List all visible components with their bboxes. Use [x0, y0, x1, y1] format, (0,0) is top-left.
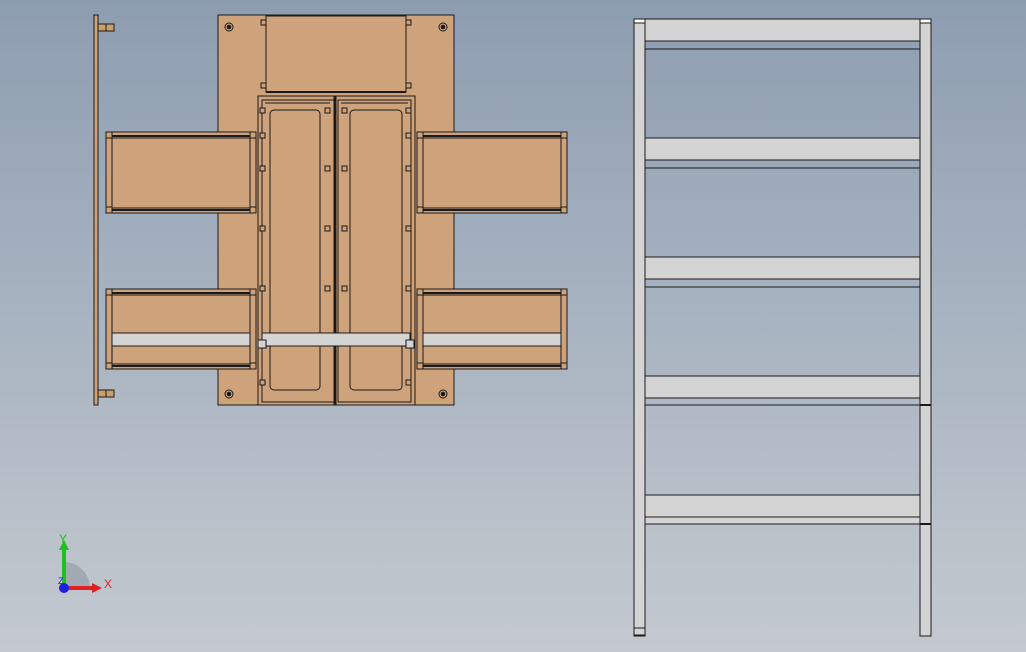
shelf-1-opening: [644, 48, 921, 139]
shelf-5[interactable]: [644, 494, 921, 518]
drawer-right-lower-rail: [422, 332, 562, 347]
shelf-2-opening: [644, 167, 921, 258]
coordinate-triad: Y X Z: [58, 532, 112, 593]
y-axis-label: Y: [59, 532, 67, 546]
center-crossbar[interactable]: [261, 332, 411, 347]
drawer-left-lower-rail: [111, 332, 251, 347]
top-box[interactable]: [260, 15, 412, 93]
drawer-right-lower[interactable]: [416, 288, 568, 370]
shelf-1[interactable]: [644, 18, 921, 42]
left-slot: [269, 109, 321, 391]
shelf-5-bottom-rail: [644, 516, 921, 525]
shelf-4-opening: [644, 404, 921, 496]
shelf-frame-assembly[interactable]: [633, 18, 932, 637]
drawer-right-upper[interactable]: [416, 131, 568, 214]
shelf-4[interactable]: [644, 375, 921, 399]
top-view-assembly[interactable]: [93, 14, 568, 406]
center-frame[interactable]: [257, 95, 416, 406]
drawer-left-lower[interactable]: [105, 288, 257, 370]
x-axis-label: X: [104, 577, 112, 591]
left-post[interactable]: [633, 18, 646, 637]
shelf-3[interactable]: [644, 256, 921, 280]
drawer-left-upper[interactable]: [105, 131, 257, 214]
right-slot: [349, 109, 403, 391]
shelf-3-opening: [644, 286, 921, 377]
shelf-2[interactable]: [644, 137, 921, 161]
right-post[interactable]: [919, 18, 932, 637]
cad-viewport[interactable]: Y X Z: [0, 0, 1026, 652]
z-axis-label: Z: [58, 576, 64, 586]
